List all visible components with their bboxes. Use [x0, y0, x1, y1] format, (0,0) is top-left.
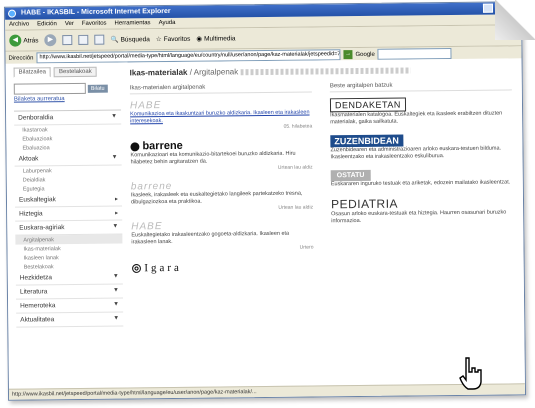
multimedia-button[interactable]: ◉ Multimedia: [196, 34, 235, 43]
nav-item[interactable]: Hemeroteka ▼: [16, 298, 124, 314]
publication-logo: ◎ Igara: [131, 261, 182, 275]
chevron-right-icon: ▸: [115, 210, 119, 217]
search-button[interactable]: 🔍 Búsqueda: [110, 35, 149, 44]
nav-item[interactable]: Aktualitatea ▼: [16, 312, 124, 328]
google-search-input[interactable]: [377, 48, 452, 60]
nav-item[interactable]: Euskaltegiak ▸: [14, 192, 123, 208]
publication-logo: OSTATU: [330, 169, 371, 182]
chevron-down-icon: ▼: [111, 154, 118, 161]
publication-desc: Ikasmaterialen katalogoa. Euskaltegiek e…: [330, 110, 503, 126]
publication-desc: Euskararen inguruko testuak eta ariketak…: [330, 179, 511, 188]
back-button[interactable]: ◀ Atrás: [9, 34, 39, 47]
list-item[interactable]: ZUZENBIDEAN Zuzenbidearen eta administra…: [330, 133, 512, 161]
barrene-dot-icon: [130, 141, 140, 151]
chevron-down-icon: ▼: [113, 301, 120, 308]
menu-archivo[interactable]: Archivo: [9, 19, 29, 29]
list-item[interactable]: DENDAKETAN Ikasmaterialen katalogoa. Eus…: [329, 96, 512, 126]
igara-icon: ◎: [131, 262, 142, 275]
list-item[interactable]: OSTATU Euskararen inguruko testuak eta a…: [330, 168, 513, 188]
list-item[interactable]: HABE Komunikazioa eta ikaskuntzari buruz…: [130, 99, 312, 132]
page-curl-decoration: [495, 0, 535, 40]
publication-desc: Osasun arloko euskara-testuak eta hizteg…: [331, 209, 507, 225]
stop-icon[interactable]: [62, 35, 73, 46]
list-item[interactable]: barrene Ikasleek, irakasleek eta euskalt…: [131, 179, 313, 212]
publication-columns: Ikas-materialen argitalpenak HABE Komuni…: [129, 81, 514, 284]
menu-ayuda[interactable]: Ayuda: [159, 18, 176, 28]
nav-item[interactable]: Literatura ▼: [15, 284, 124, 300]
refresh-icon[interactable]: [78, 34, 89, 45]
list-item[interactable]: ◎ Igara: [132, 259, 314, 274]
chevron-down-icon: ▼: [112, 287, 119, 294]
search-submit-button[interactable]: Bilatu: [87, 84, 108, 93]
nav-item[interactable]: Euskara-agiriak ▼: [15, 220, 123, 236]
list-item[interactable]: HABE Euskaltegietako irakasleentzako gog…: [131, 219, 313, 252]
sidebar: Bilatzailea Bestelakoak Bilatu Bilaketa …: [13, 63, 124, 390]
status-url: http://www.ikasbil.net/jetspeed/portal/m…: [11, 389, 257, 398]
go-button[interactable]: →: [343, 50, 353, 60]
window-title: HABE - IKASBIL - Microsoft Internet Expl…: [20, 7, 171, 17]
forward-arrow-icon[interactable]: ▶: [44, 34, 57, 47]
sidebar-tabs: Bilatzailea Bestelakoak: [13, 66, 121, 78]
nav-item[interactable]: Denboraldia ▼: [14, 110, 122, 126]
browser-window: HABE - IKASBIL - Microsoft Internet Expl…: [3, 1, 527, 401]
address-label: Dirección: [8, 54, 34, 62]
chevron-down-icon: ▼: [111, 113, 118, 120]
page-content: Bilatzailea Bestelakoak Bilatu Bilaketa …: [5, 58, 525, 390]
left-column: Ikas-materialen argitalpenak HABE Komuni…: [129, 83, 314, 284]
chevron-right-icon: ▸: [114, 196, 119, 203]
page-title: Ikas-materialak / Argitalpenak: [130, 64, 512, 77]
list-item[interactable]: barrene Komunikazioari eta komunikazio-b…: [130, 139, 313, 173]
publication-logo: DENDAKETAN: [329, 97, 406, 113]
nav-item[interactable]: Hezkidetza ▼: [15, 270, 123, 286]
list-item[interactable]: PEDIATRIA Osasun arloko euskara-testuak …: [331, 195, 513, 225]
minimize-icon[interactable]: [482, 3, 494, 13]
publication-desc: Zuzenbidearen eta administrazioaren arlo…: [330, 145, 502, 161]
ie-logo-icon: [7, 9, 17, 18]
nav-item[interactable]: Aktoak ▼: [14, 151, 122, 167]
chevron-down-icon: ▼: [112, 223, 119, 230]
tab-bilatzailea[interactable]: Bilatzailea: [13, 67, 52, 78]
back-arrow-icon: ◀: [9, 34, 22, 47]
publication-logo: ZUZENBIDEAN: [330, 134, 403, 148]
main-panel: Ikas-materialak / Argitalpenak Ikas-mate…: [130, 58, 515, 388]
nav-list: Denboraldia ▼ Ikastaroak Ebaluazioak Ebal…: [14, 109, 124, 328]
menu-edicion[interactable]: Edición: [37, 19, 57, 29]
home-icon[interactable]: [94, 34, 105, 45]
google-label: Google: [355, 51, 375, 58]
right-column: Beste argitalpen batzuk DENDAKETAN Ikasm…: [329, 81, 514, 281]
nav-item[interactable]: Hiztegia ▸: [15, 206, 123, 222]
chevron-down-icon: ▼: [113, 315, 120, 322]
hand-cursor-icon: [459, 357, 482, 390]
sidebar-search: Bilatu: [13, 82, 121, 95]
left-column-heading: Ikas-materialen argitalpenak: [129, 83, 312, 95]
menu-favoritos[interactable]: Favoritos: [82, 19, 107, 29]
menu-ver[interactable]: Ver: [65, 19, 74, 29]
right-column-heading: Beste argitalpen batzuk: [329, 81, 512, 93]
star-icon: ☆: [155, 36, 162, 44]
menu-herramientas[interactable]: Herramientas: [114, 18, 151, 28]
favorites-button[interactable]: ☆ Favoritos: [156, 35, 191, 43]
tab-bestelakoak[interactable]: Bestelakoak: [53, 66, 97, 78]
search-icon: 🔍: [110, 36, 119, 44]
advanced-search-link[interactable]: Bilaketa aurreratua: [14, 96, 121, 103]
search-input[interactable]: [13, 82, 86, 95]
media-icon: ◉: [196, 35, 203, 43]
chevron-down-icon: ▼: [112, 273, 119, 280]
title-decoration: [240, 67, 411, 76]
